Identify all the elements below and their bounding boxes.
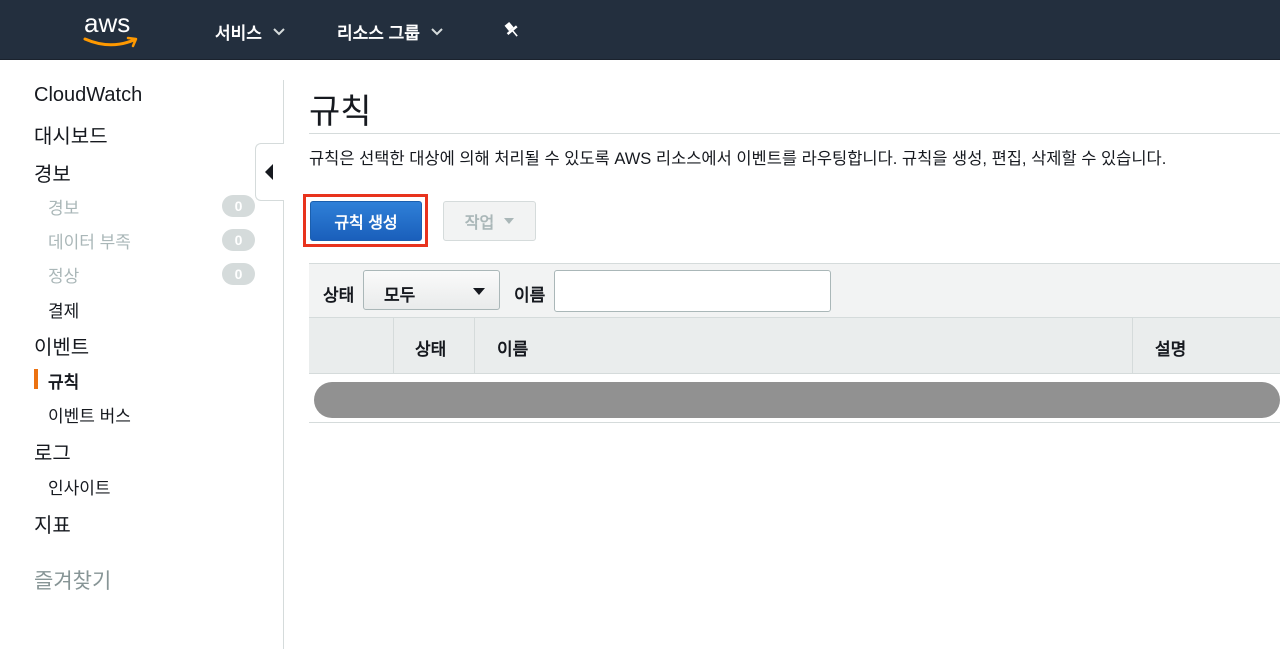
chevron-down-icon: [431, 27, 443, 35]
sidebar-item-alarm-state-insufficient-data[interactable]: 데이터 부족: [48, 228, 131, 253]
sidebar-item-logs[interactable]: 로그: [34, 437, 71, 466]
chevron-down-icon: [273, 27, 285, 35]
insufficient-data-count-badge: 0: [222, 229, 255, 251]
column-separator: [474, 318, 475, 373]
top-navigation-bar: aws 서비스 리소스 그룹: [0, 0, 1280, 60]
aws-logo-text: aws: [84, 8, 131, 38]
alarm-count-badge: 0: [222, 195, 255, 217]
name-filter-input[interactable]: [554, 270, 831, 312]
sidebar-collapse-button[interactable]: [255, 143, 284, 201]
services-menu[interactable]: 서비스: [215, 19, 286, 44]
status-filter-label: 상태: [323, 286, 355, 305]
rules-table-header: 상태 이름 설명: [309, 318, 1280, 374]
sidebar-item-insights[interactable]: 인사이트: [48, 474, 111, 499]
aws-smile-icon: [83, 36, 138, 48]
filter-bar: 상태 모두 이름: [309, 263, 1280, 318]
actions-dropdown-button[interactable]: 작업: [443, 201, 536, 241]
sidebar-item-events[interactable]: 이벤트: [34, 331, 89, 360]
sidebar-item-rules[interactable]: 규칙: [48, 368, 79, 393]
pushpin-icon[interactable]: [502, 20, 522, 40]
loading-placeholder-bar: [314, 382, 1280, 418]
services-menu-label: 서비스: [215, 24, 262, 43]
create-rule-button[interactable]: 규칙 생성: [310, 201, 422, 241]
status-filter-select[interactable]: 모두: [363, 270, 500, 310]
sidebar-item-alarm-state-alarm[interactable]: 경보: [48, 194, 79, 219]
sidebar-item-metrics[interactable]: 지표: [34, 509, 71, 538]
name-filter-label: 이름: [514, 286, 546, 305]
column-header-name[interactable]: 이름: [497, 335, 528, 360]
sidebar-item-cloudwatch[interactable]: CloudWatch: [34, 84, 142, 107]
active-item-indicator: [34, 369, 38, 389]
column-separator: [393, 318, 394, 373]
page-title: 규칙: [309, 93, 372, 131]
table-loading-row: [309, 374, 1280, 423]
sidebar-item-billing[interactable]: 결제: [48, 297, 79, 322]
sidebar-item-alarm-state-ok[interactable]: 정상: [48, 262, 79, 287]
aws-logo[interactable]: aws: [82, 8, 142, 52]
title-divider: [309, 133, 1280, 134]
status-filter-value: 모두: [384, 286, 416, 305]
ok-count-badge: 0: [222, 263, 255, 285]
column-separator: [1132, 318, 1133, 373]
page-description: 규칙은 선택한 대상에 의해 처리될 수 있도록 AWS 리소스에서 이벤트를 …: [309, 150, 1167, 168]
sidebar-item-event-buses[interactable]: 이벤트 버스: [48, 402, 131, 427]
column-header-status[interactable]: 상태: [415, 335, 446, 360]
caret-down-icon: [473, 288, 485, 295]
resource-groups-menu-label: 리소스 그룹: [337, 24, 420, 43]
column-header-description[interactable]: 설명: [1155, 335, 1186, 360]
caret-left-icon: [265, 164, 273, 180]
actions-button-label: 작업: [464, 215, 495, 232]
sidebar-item-alarms[interactable]: 경보: [34, 158, 71, 187]
sidebar-item-dashboards[interactable]: 대시보드: [34, 120, 108, 149]
resource-groups-menu[interactable]: 리소스 그룹: [337, 19, 444, 44]
sidebar-favorites-heading[interactable]: 즐겨찾기: [34, 565, 111, 595]
caret-down-icon: [504, 218, 515, 224]
